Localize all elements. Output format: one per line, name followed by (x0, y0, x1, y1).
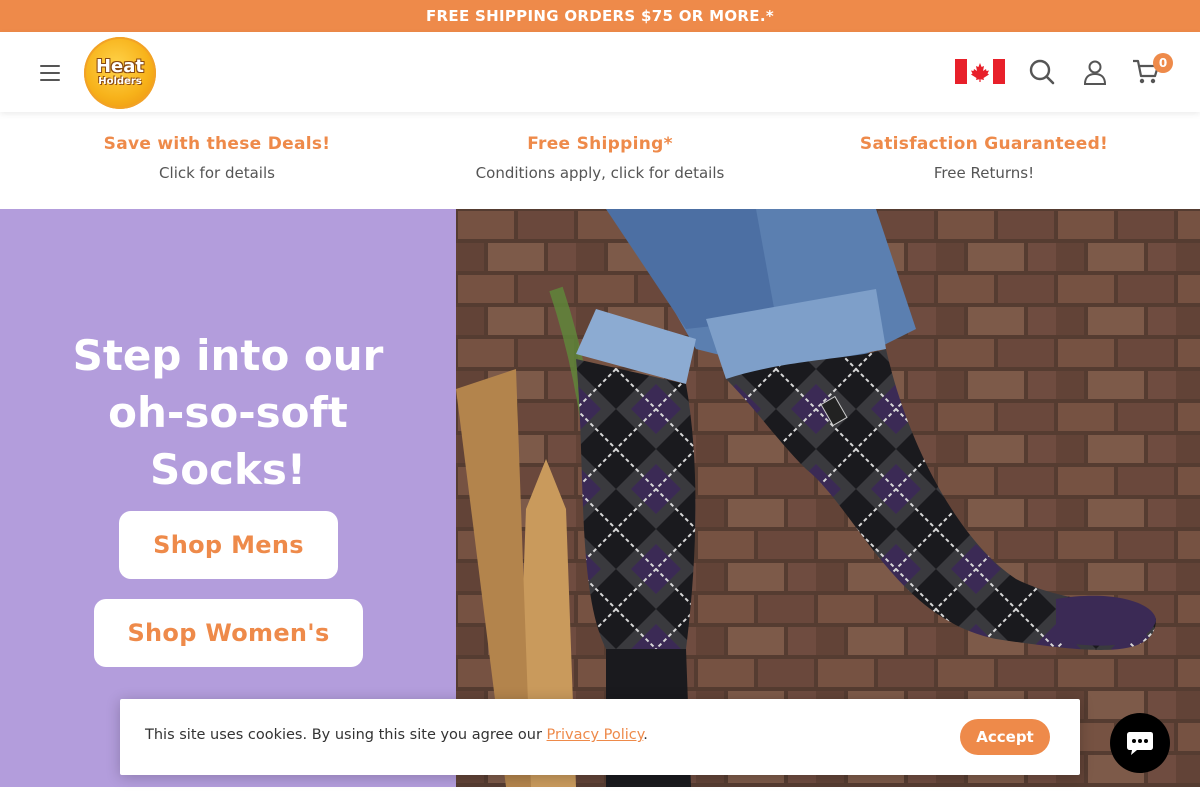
usp-shipping-title: Free Shipping* (527, 134, 673, 154)
usp-satisfaction-title: Satisfaction Guaranteed! (859, 134, 1109, 154)
usp-deals-subtitle: Click for details (159, 164, 275, 182)
logo-text-holders: Holders (98, 76, 142, 87)
usp-deals-title: Save with these Deals! (103, 134, 331, 154)
usp-bar: Save with these Deals! Click for details… (0, 112, 1200, 209)
canada-flag-icon[interactable] (955, 59, 1005, 84)
cookie-text: This site uses cookies. By using this si… (145, 727, 547, 743)
account-icon[interactable] (1079, 56, 1111, 88)
hero-heading: Step into our oh-so-soft Socks! (20, 327, 436, 498)
accept-cookies-button[interactable]: Accept (960, 719, 1050, 755)
brand-logo[interactable]: Heat Holders (84, 37, 156, 109)
usp-satisfaction[interactable]: Satisfaction Guaranteed! Free Returns! (820, 134, 1148, 182)
shop-womens-button[interactable]: Shop Women's (94, 599, 363, 667)
cookie-text-end: . (643, 727, 648, 743)
logo-text-heat: Heat (95, 56, 145, 77)
usp-shipping-subtitle: Conditions apply, click for details (475, 164, 725, 182)
hero-heading-line3: Socks! (149, 445, 307, 494)
privacy-policy-link[interactable]: Privacy Policy (547, 727, 644, 743)
bottom-strip (0, 787, 1200, 800)
announcement-text: FREE SHIPPING ORDERS $75 OR MORE.* (426, 7, 774, 25)
cart-count-badge: 0 (1153, 53, 1173, 73)
usp-shipping[interactable]: Free Shipping* Conditions apply, click f… (430, 134, 770, 182)
cookie-banner: This site uses cookies. By using this si… (120, 699, 1080, 775)
usp-satisfaction-subtitle: Free Returns! (933, 164, 1035, 182)
usp-deals[interactable]: Save with these Deals! Click for details (60, 134, 374, 182)
search-icon[interactable] (1026, 56, 1058, 88)
hero-heading-line1: Step into our (72, 331, 384, 380)
menu-icon[interactable] (40, 65, 62, 81)
shop-mens-button[interactable]: Shop Mens (119, 511, 338, 579)
chat-icon[interactable] (1110, 713, 1170, 773)
cookie-message: This site uses cookies. By using this si… (145, 727, 648, 743)
hero-heading-line2: oh-so-soft (108, 388, 348, 437)
site-header: Heat Holders 0 (0, 32, 1200, 112)
announcement-bar: FREE SHIPPING ORDERS $75 OR MORE.* (0, 0, 1200, 32)
